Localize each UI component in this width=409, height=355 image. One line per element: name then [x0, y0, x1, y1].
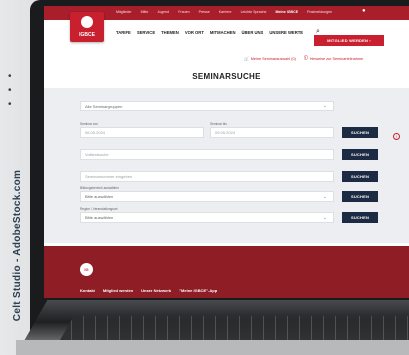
topnav-item[interactable]: Postmeldungen: [307, 10, 332, 14]
logo-mark-icon: [81, 16, 93, 28]
sub-links: 🛒 Meine Seminarauswahl (0) ⓘ Hinweise zur …: [244, 56, 363, 61]
footer-logo[interactable]: IG: [80, 263, 93, 276]
chevron-down-icon: ⌄: [322, 214, 327, 221]
date-to-input[interactable]: 09.05.2024: [210, 127, 334, 138]
region-label: Region / Veranstaltungsort: [80, 207, 118, 211]
photo-credit: Celt Studio - AdobeStock.com: [12, 169, 24, 322]
footer-link-contact[interactable]: Kontakt: [80, 288, 95, 293]
region-select[interactable]: Bitte auswählen ⌄: [80, 212, 334, 223]
footer-link-join[interactable]: Mitglied werden: [103, 288, 133, 293]
search-button-fulltext[interactable]: SUCHEN: [342, 149, 378, 160]
search-button-region[interactable]: SUCHEN: [342, 212, 378, 223]
search-button-target[interactable]: SUCHEN: [342, 191, 378, 202]
seminar-number-input[interactable]: Seminarnummer eingeben: [80, 171, 334, 182]
info-circle-icon: ⓘ: [303, 56, 308, 60]
info-link[interactable]: ⓘ Hinweise zur Seminarteilnahme: [304, 56, 363, 61]
mainnav-item[interactable]: ÜBER UNS: [241, 30, 263, 35]
seminar-group-select[interactable]: Alle Seminargruppen ⌄: [80, 101, 334, 111]
select-value: Bitte auswählen: [85, 215, 114, 220]
topnav-item[interactable]: Leichte Sprache: [241, 10, 267, 14]
main-nav: TARIFE SERVICE THEMEN VOR ORT MITMACHEN …: [116, 30, 303, 35]
mainnav-item[interactable]: UNSERE WERTE: [269, 30, 303, 35]
topnav-item[interactable]: Karriere: [219, 10, 232, 14]
date-from-label: Seminar von: [80, 122, 98, 126]
mainnav-item[interactable]: SERVICE: [137, 30, 155, 35]
footer-links: Kontakt Mitglied werden Unser Netzwerk "…: [80, 288, 217, 293]
topnav-item[interactable]: Presse: [199, 10, 210, 14]
browser-screen: Mitglieder Mitte Jugend Frauen Presse Ka…: [44, 6, 409, 298]
selection-link[interactable]: 🛒 Meine Seminarauswahl (0): [244, 56, 296, 62]
target-select[interactable]: Bitte auswählen ⌄: [80, 191, 334, 202]
laptop-edge: [16, 340, 409, 355]
date-from-input[interactable]: 06.05.2024: [80, 127, 204, 138]
topnav-item[interactable]: Mitglieder: [116, 10, 132, 14]
search-button-dates[interactable]: SUCHEN: [342, 127, 378, 138]
info-icon[interactable]: !: [393, 133, 400, 140]
footer-link-app[interactable]: "Meine IGBCE"-App: [179, 288, 217, 293]
topnav-item[interactable]: Jugend: [157, 10, 169, 14]
search-button-number[interactable]: SUCHEN: [342, 171, 378, 182]
logo[interactable]: IGBCE: [70, 12, 104, 42]
logo-text: IGBCE: [79, 32, 95, 38]
date-to-label: Seminar bis: [210, 122, 227, 126]
chevron-down-icon: ⌄: [322, 103, 327, 109]
mainnav-item[interactable]: MITMACHEN: [210, 30, 236, 35]
fulltext-input[interactable]: Volltextsuche: [80, 149, 334, 160]
topnav-item[interactable]: Frauen: [178, 10, 189, 14]
mainnav-item[interactable]: TARIFE: [116, 30, 131, 35]
select-value: Bitte auswählen: [85, 194, 114, 199]
page-title: SEMINARSUCHE: [192, 72, 261, 81]
chevron-down-icon: ⌄: [322, 193, 327, 200]
target-label: Bildungsbereich auswählen: [80, 186, 119, 190]
join-button[interactable]: MITGLIED WERDEN ›: [314, 35, 384, 46]
topnav-item[interactable]: Mitte: [141, 10, 149, 14]
mainnav-item[interactable]: VOR ORT: [185, 30, 204, 35]
select-value: Alle Seminargruppen: [85, 103, 123, 109]
user-icon[interactable]: ●: [362, 8, 366, 14]
topnav-item-meine[interactable]: Meine IGBCE: [276, 10, 299, 14]
footer-link-network[interactable]: Unser Netzwerk: [141, 288, 171, 293]
site-header: Mitglieder Mitte Jugend Frauen Presse Ka…: [44, 6, 409, 46]
cart-icon: 🛒: [244, 57, 249, 61]
top-nav: Mitglieder Mitte Jugend Frauen Presse Ka…: [116, 10, 332, 14]
keyboard-keys: [60, 316, 409, 340]
mainnav-item[interactable]: THEMEN: [161, 30, 179, 35]
decorative-dots: • • •: [8, 71, 12, 110]
